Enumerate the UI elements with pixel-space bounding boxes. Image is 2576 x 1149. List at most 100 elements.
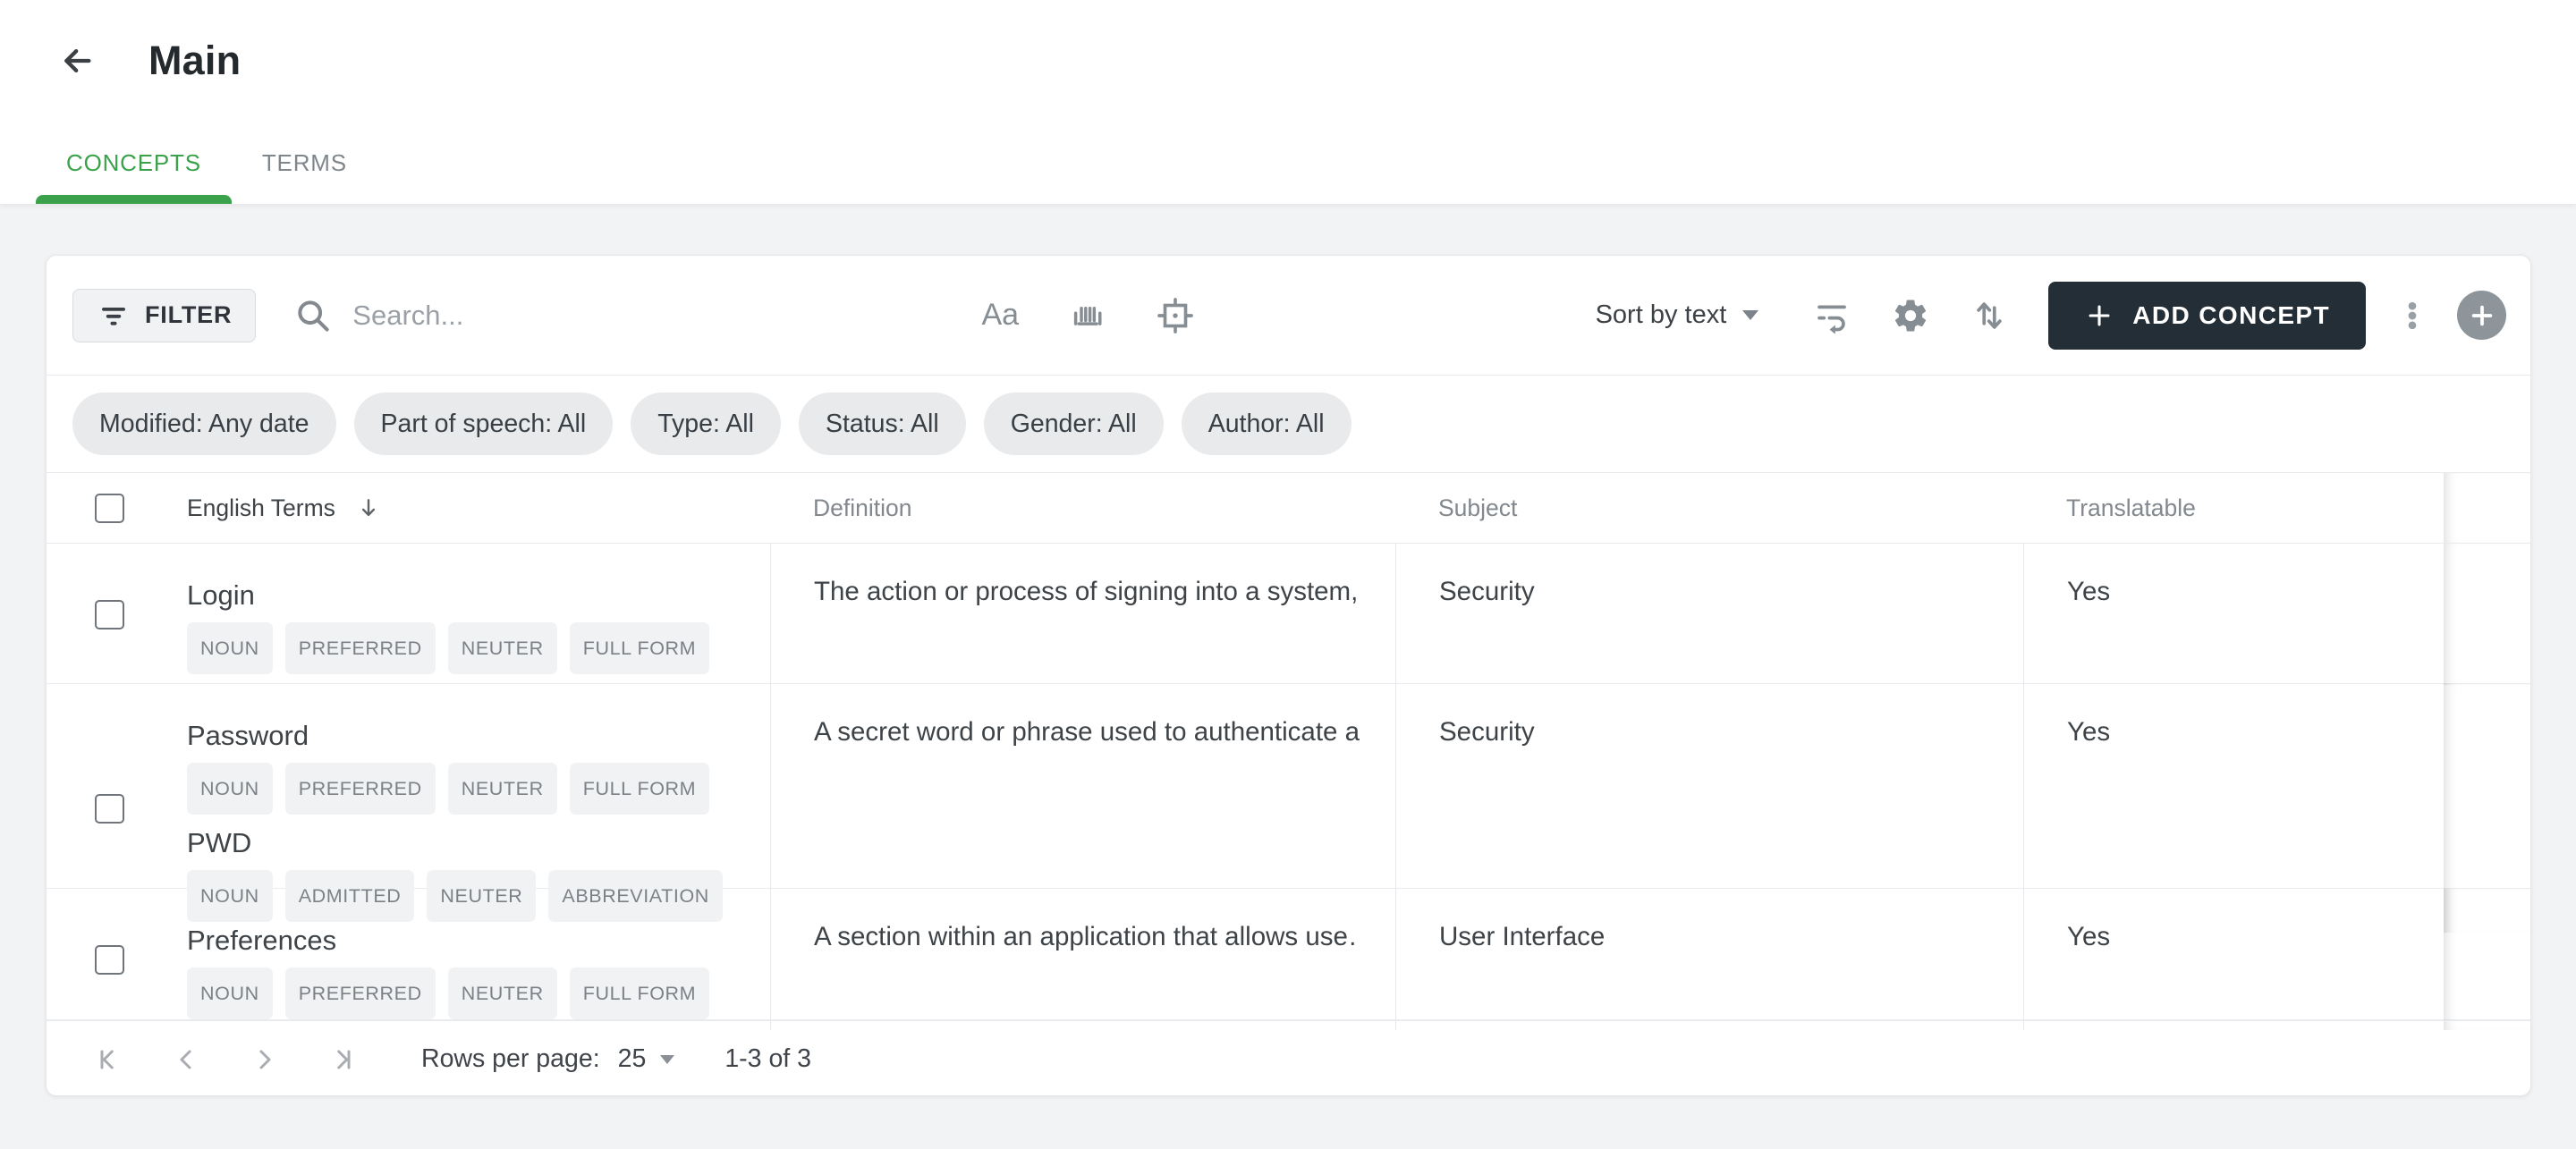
last-page-icon	[337, 1050, 351, 1069]
plus-circle-icon	[2471, 305, 2492, 325]
toolbar-right-group: Sort by text ADD CONCEPT	[1596, 281, 2506, 350]
terms-cell: Preferences NOUN PREFERRED NEUTER FULL F…	[47, 889, 770, 1030]
term-badge: FULL FORM	[569, 967, 710, 1019]
first-page-icon	[100, 1050, 114, 1069]
header-english-terms: English Terms	[47, 473, 770, 543]
chip-modified[interactable]: Modified: Any date	[72, 393, 336, 455]
next-page-button[interactable]	[242, 1038, 285, 1081]
add-column-button[interactable]	[2457, 291, 2506, 340]
chip-status[interactable]: Status: All	[798, 393, 966, 455]
term-badge: FULL FORM	[569, 622, 710, 674]
filter-icon	[102, 307, 125, 325]
table-header: English Terms Definition Subject Transla…	[47, 473, 2530, 544]
tab-concepts[interactable]: CONCEPTS	[36, 122, 232, 204]
row-checkbox[interactable]	[95, 944, 124, 975]
rows-per-page-select[interactable]: 25	[618, 1044, 675, 1074]
pagination-bar: Rows per page: 25 1-3 of 3	[47, 1020, 2530, 1095]
row-checkbox[interactable]	[95, 599, 124, 629]
arrow-left-icon	[64, 49, 91, 73]
filter-chips: Modified: Any date Part of speech: All T…	[47, 376, 2530, 472]
sort-dropdown[interactable]: Sort by text	[1596, 300, 1759, 330]
tab-bar: CONCEPTS TERMS	[36, 122, 377, 204]
translatable-cell: Yes	[2023, 889, 2444, 1030]
search-icon	[298, 300, 329, 332]
crosshair-button[interactable]	[1154, 294, 1197, 337]
chevron-right-icon	[259, 1050, 271, 1069]
swap-vert-icon	[1977, 301, 2002, 329]
term-badge: PREFERRED	[284, 763, 436, 815]
plus-icon	[2089, 305, 2110, 325]
page-title: Main	[148, 38, 242, 83]
barcode-button[interactable]	[1066, 294, 1109, 337]
search-options: Aa	[979, 294, 1197, 337]
gear-icon	[1895, 300, 1927, 331]
table-row[interactable]: Password NOUN PREFERRED NEUTER FULL FORM…	[47, 684, 2530, 933]
back-button[interactable]	[55, 39, 98, 82]
definition-text: The action or process of signing into a …	[814, 577, 1360, 606]
swap-vert-button[interactable]	[1968, 294, 2011, 337]
term-badges: NOUN PREFERRED NEUTER FULL FORM	[187, 763, 723, 815]
add-concept-label: ADD CONCEPT	[2132, 300, 2330, 329]
crosshair-icon	[1157, 297, 1194, 334]
terms-block: Preferences NOUN PREFERRED NEUTER FULL F…	[187, 889, 710, 1030]
chevron-down-icon	[660, 1054, 675, 1064]
concepts-card: FILTER Aa	[46, 255, 2531, 1096]
rows-per-page-value: 25	[617, 1044, 647, 1073]
match-case-icon: Aa	[981, 298, 1020, 332]
toolbar: FILTER Aa	[47, 256, 2530, 375]
table-row[interactable]: Login NOUN PREFERRED NEUTER FULL FORM Th…	[47, 544, 2530, 685]
chip-type[interactable]: Type: All	[631, 393, 781, 455]
wrap-text-button[interactable]	[1810, 294, 1853, 337]
term-text: PWD	[187, 827, 252, 858]
add-concept-button[interactable]: ADD CONCEPT	[2048, 281, 2366, 350]
term-badge: FULL FORM	[569, 763, 710, 815]
sort-desc-icon[interactable]	[355, 494, 382, 521]
page-content: FILTER Aa	[0, 204, 2576, 1096]
barcode-icon	[1074, 306, 1102, 325]
kebab-icon	[2408, 301, 2417, 329]
term-badge: NEUTER	[447, 967, 557, 1019]
terms-block: Login NOUN PREFERRED NEUTER FULL FORM	[187, 544, 710, 685]
definition-text: A section within an application that all…	[814, 922, 1360, 951]
header-pinned-spacer	[2444, 473, 2530, 543]
tab-terms[interactable]: TERMS	[232, 122, 377, 204]
term-badge: PREFERRED	[284, 967, 436, 1019]
header-translatable: Translatable	[2066, 494, 2196, 521]
definition-cell: A section within an application that all…	[770, 889, 1395, 1030]
more-options-button[interactable]	[2391, 294, 2434, 337]
chip-author[interactable]: Author: All	[1181, 393, 1352, 455]
search-input[interactable]	[352, 299, 979, 332]
subject-cell: Security	[1395, 544, 2023, 685]
match-case-button[interactable]: Aa	[979, 294, 1021, 337]
last-page-button[interactable]	[319, 1038, 362, 1081]
translatable-cell: Yes	[2023, 544, 2444, 685]
terms-cell: Login NOUN PREFERRED NEUTER FULL FORM	[47, 544, 770, 685]
tab-terms-label: TERMS	[261, 148, 347, 176]
previous-page-button[interactable]	[165, 1038, 208, 1081]
term-text: Login	[187, 579, 255, 611]
table-row[interactable]: Preferences NOUN PREFERRED NEUTER FULL F…	[47, 889, 2530, 1030]
top-bar: Main CONCEPTS TERMS	[0, 0, 2576, 204]
sort-dropdown-label: Sort by text	[1595, 300, 1727, 329]
term-badge: NOUN	[187, 763, 273, 815]
subject-cell: User Interface	[1395, 889, 2023, 1030]
term-text: Preferences	[187, 925, 337, 956]
term-badge: NEUTER	[447, 763, 557, 815]
chevron-left-icon	[180, 1050, 191, 1069]
search-box	[293, 296, 979, 335]
filter-button[interactable]: FILTER	[72, 288, 257, 342]
pinned-spacer-cell	[2444, 544, 2530, 685]
term-text: Password	[187, 720, 309, 751]
row-checkbox[interactable]	[95, 793, 124, 824]
term-badge: NOUN	[187, 622, 273, 674]
term-badge: PREFERRED	[284, 622, 436, 674]
settings-button[interactable]	[1889, 294, 1932, 337]
first-page-button[interactable]	[89, 1038, 131, 1081]
chip-part-of-speech[interactable]: Part of speech: All	[353, 393, 614, 455]
toolbar-icons	[1810, 294, 2011, 337]
select-all-checkbox[interactable]	[95, 493, 124, 523]
term-badge: NOUN	[187, 967, 273, 1019]
chip-gender[interactable]: Gender: All	[983, 393, 1164, 455]
header-subject: Subject	[1438, 494, 1518, 521]
rows-per-page-label: Rows per page:	[421, 1044, 600, 1073]
